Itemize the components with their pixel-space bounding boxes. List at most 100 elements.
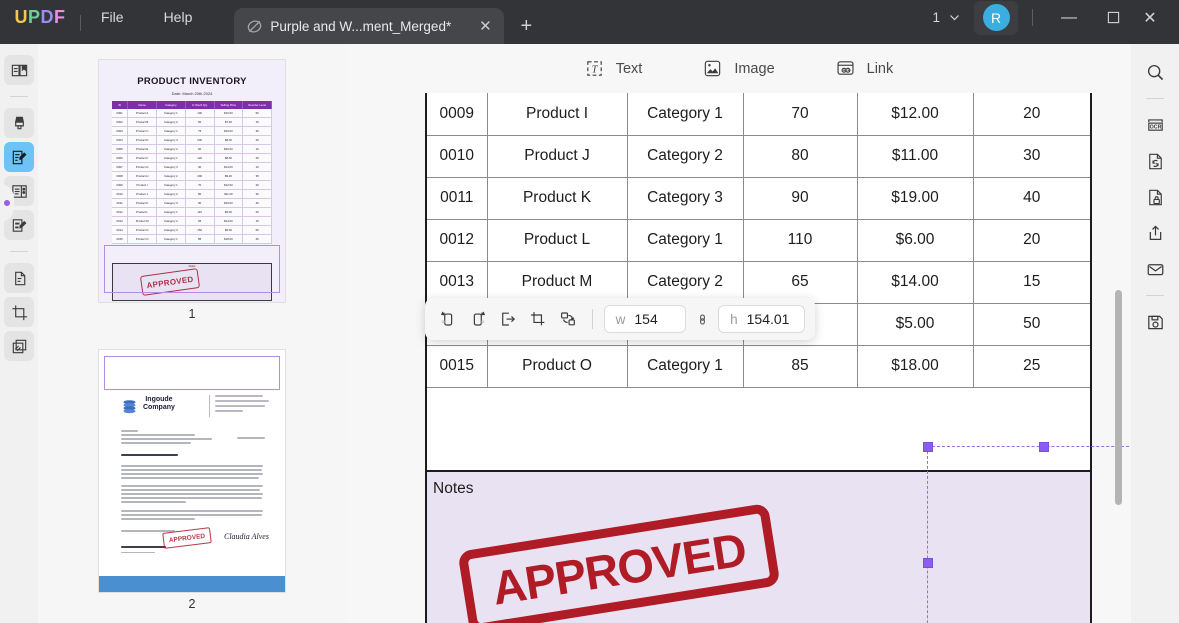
cell-qty[interactable]: 65	[743, 261, 857, 303]
thumbnail-page-1[interactable]: PRODUCT INVENTORY Date: March 20th 2024 …	[99, 60, 285, 302]
divider	[1032, 9, 1033, 26]
cell-name[interactable]: Product K	[487, 177, 627, 219]
sidebar-item-batch[interactable]	[4, 331, 34, 361]
cell-name[interactable]: Product J	[487, 135, 627, 177]
replace-image-button[interactable]	[556, 304, 581, 334]
thumbnail-item-1[interactable]: PRODUCT INVENTORY Date: March 20th 2024 …	[38, 60, 346, 321]
thumbnail-item-2[interactable]: IngoudeCompany	[38, 350, 346, 611]
email-button[interactable]	[1138, 252, 1172, 286]
cell-category[interactable]: Category 1	[627, 219, 743, 261]
cell-qty[interactable]: 90	[743, 177, 857, 219]
cell-name[interactable]: Product I	[487, 93, 627, 135]
cell-reorder[interactable]: 50	[973, 303, 1090, 345]
new-tab-button[interactable]: +	[510, 8, 542, 44]
cell-name[interactable]: Product L	[487, 219, 627, 261]
sidebar-item-crop[interactable]	[4, 297, 34, 327]
cell-price[interactable]: $6.00	[857, 219, 973, 261]
account-button[interactable]: R	[974, 1, 1018, 35]
cell-qty[interactable]: 110	[743, 219, 857, 261]
cell-reorder[interactable]: 20	[973, 93, 1090, 135]
cell-id[interactable]: 0011	[427, 177, 487, 219]
cell-id[interactable]: 0009	[427, 93, 487, 135]
cell-id[interactable]: 0015	[427, 345, 487, 387]
cell-category[interactable]: Category 2	[627, 135, 743, 177]
document-tab[interactable]: Purple and W...ment_Merged* ✕	[234, 8, 504, 44]
width-input[interactable]: w 154	[604, 305, 687, 333]
cell-price[interactable]: $5.00	[857, 303, 973, 345]
extract-image-button[interactable]	[495, 304, 520, 334]
rotate-left-button[interactable]	[435, 304, 460, 334]
cell-category[interactable]: Category 1	[627, 93, 743, 135]
inventory-table[interactable]: 0009Product ICategory 170$12.00200010Pro…	[427, 93, 1090, 388]
link-tool-icon	[835, 58, 856, 79]
cell-id[interactable]: 0010	[427, 135, 487, 177]
link-chain-icon[interactable]	[691, 312, 713, 327]
cell-reorder[interactable]: 40	[973, 177, 1090, 219]
approved-stamp-image[interactable]: APPROVED	[505, 504, 733, 623]
cell-reorder[interactable]: 30	[973, 135, 1090, 177]
table-row[interactable]: 0010Product JCategory 280$11.0030	[427, 135, 1090, 177]
cell-price[interactable]: $18.00	[857, 345, 973, 387]
cell-reorder[interactable]: 20	[973, 219, 1090, 261]
search-button[interactable]	[1138, 55, 1172, 89]
maximize-button[interactable]	[1091, 3, 1135, 33]
ocr-button[interactable]: OCR	[1138, 108, 1172, 142]
sidebar-item-edit-pdf[interactable]	[4, 142, 34, 172]
page-indicator[interactable]: 1	[932, 10, 960, 25]
save-button[interactable]	[1138, 305, 1172, 339]
cell-reorder[interactable]: 25	[973, 345, 1090, 387]
thumbnail-panel[interactable]: PRODUCT INVENTORY Date: March 20th 2024 …	[38, 44, 346, 623]
tool-link[interactable]: Link	[835, 58, 894, 79]
table-row[interactable]: 0011Product KCategory 390$19.0040	[427, 177, 1090, 219]
thumbnail-page-2[interactable]: IngoudeCompany	[99, 350, 285, 592]
body-paragraph-2	[121, 485, 263, 505]
signature-block	[121, 546, 263, 556]
notes-section[interactable]: Notes APPROVED	[427, 470, 1090, 623]
table-row[interactable]: 0013Product MCategory 265$14.0015	[427, 261, 1090, 303]
cell-category[interactable]: Category 2	[627, 261, 743, 303]
thumb-table-row: 0006Product FCategory 1120$8.0025	[112, 154, 272, 163]
thumb-table-row: 0004Product DCategory 3200$8.0040	[112, 136, 272, 145]
table-row[interactable]: 0015Product OCategory 185$18.0025	[427, 345, 1090, 387]
cell-id[interactable]: 0012	[427, 219, 487, 261]
vertical-scrollbar[interactable]	[1115, 290, 1122, 505]
company-logo-icon	[121, 398, 138, 415]
cell-name[interactable]: Product M	[487, 261, 627, 303]
protect-button[interactable]	[1138, 180, 1172, 214]
cell-reorder[interactable]: 15	[973, 261, 1090, 303]
cell-category[interactable]: Category 1	[627, 345, 743, 387]
tool-text[interactable]: T Text	[584, 58, 643, 79]
divider	[592, 309, 593, 329]
cell-price[interactable]: $12.00	[857, 93, 973, 135]
minimize-button[interactable]: —	[1047, 3, 1091, 33]
table-row[interactable]: 0012Product LCategory 1110$6.0020	[427, 219, 1090, 261]
cell-category[interactable]: Category 3	[627, 177, 743, 219]
menu-help[interactable]: Help	[144, 0, 213, 44]
convert-button[interactable]	[1138, 144, 1172, 178]
cell-qty[interactable]: 85	[743, 345, 857, 387]
cell-price[interactable]: $11.00	[857, 135, 973, 177]
image-properties-toolbar[interactable]: w 154 h 154.01	[425, 298, 815, 340]
height-input[interactable]: h 154.01	[718, 305, 805, 333]
rotate-right-button[interactable]	[465, 304, 490, 334]
share-button[interactable]	[1138, 216, 1172, 250]
cell-id[interactable]: 0013	[427, 261, 487, 303]
divider	[1146, 295, 1164, 296]
cell-price[interactable]: $19.00	[857, 177, 973, 219]
sidebar-item-comment[interactable]	[4, 108, 34, 138]
menu-file[interactable]: File	[81, 0, 144, 44]
cell-qty[interactable]: 70	[743, 93, 857, 135]
cell-qty[interactable]: 80	[743, 135, 857, 177]
close-icon[interactable]: ✕	[476, 17, 494, 35]
table-row[interactable]: 0009Product ICategory 170$12.0020	[427, 93, 1090, 135]
close-window-button[interactable]: ✕	[1135, 3, 1179, 33]
sidebar-item-reader[interactable]	[4, 55, 34, 85]
sidebar-item-convert[interactable]	[4, 263, 34, 293]
resize-handle-n[interactable]	[1039, 442, 1049, 452]
cell-name[interactable]: Product O	[487, 345, 627, 387]
resize-handle-nw[interactable]	[923, 442, 933, 452]
crop-image-button[interactable]	[525, 304, 550, 334]
cell-price[interactable]: $14.00	[857, 261, 973, 303]
pdf-page[interactable]: 0009Product ICategory 170$12.00200010Pro…	[425, 93, 1092, 623]
tool-image[interactable]: Image	[702, 58, 774, 79]
